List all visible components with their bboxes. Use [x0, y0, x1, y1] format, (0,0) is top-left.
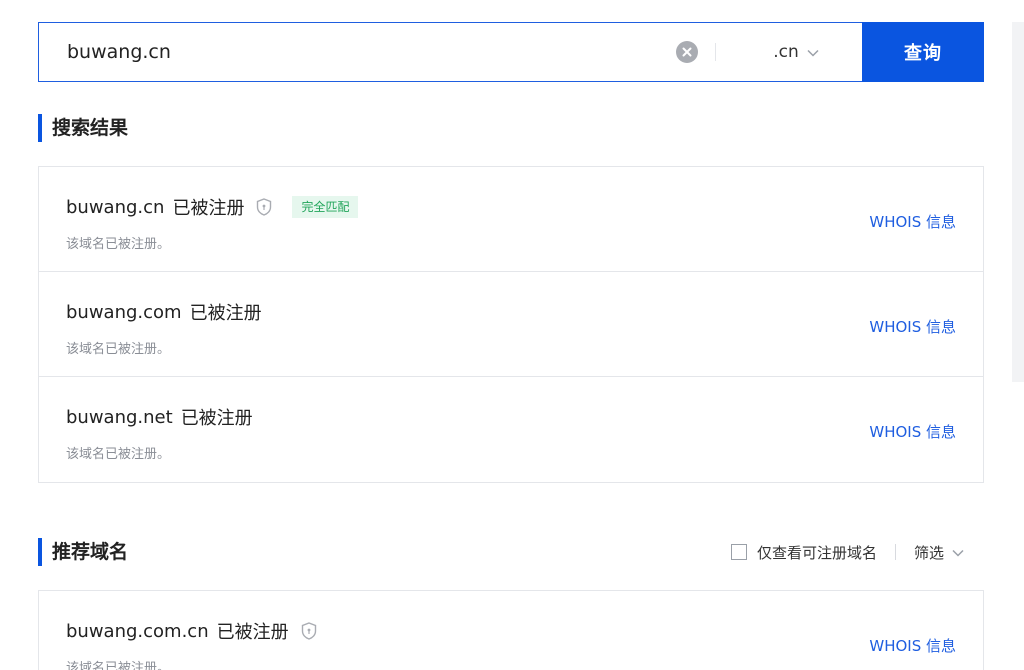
clear-button[interactable] [667, 23, 707, 81]
recommend-section-title: 推荐域名 [38, 538, 128, 566]
result-description: 该域名已被注册。 [66, 661, 171, 670]
whois-link[interactable]: WHOIS 信息 [869, 635, 956, 656]
result-description: 该域名已被注册。 [66, 237, 171, 252]
shield-icon [301, 622, 319, 640]
domain-search-input[interactable] [39, 23, 667, 81]
whois-link[interactable]: WHOIS 信息 [869, 421, 956, 442]
divider [715, 43, 716, 61]
result-title: buwang.com 已被注册 [66, 299, 262, 325]
divider [894, 544, 896, 560]
result-title: buwang.net 已被注册 [66, 404, 253, 430]
clear-icon [676, 41, 698, 63]
only-available-label[interactable]: 仅查看可注册域名 [757, 542, 877, 563]
result-domain: buwang.com [66, 301, 182, 323]
result-status: 已被注册 [216, 622, 289, 643]
result-status: 已被注册 [189, 303, 262, 324]
result-status: 已被注册 [180, 408, 253, 429]
exact-match-badge: 完全匹配 [292, 196, 359, 218]
result-status: 已被注册 [172, 198, 245, 219]
suffix-select[interactable]: .cn [730, 23, 862, 81]
only-available-checkbox[interactable] [730, 544, 747, 560]
result-description: 该域名已被注册。 [66, 447, 171, 462]
result-title: buwang.cn 已被注册 完全匹配 [66, 194, 359, 220]
chevron-down-icon [952, 543, 964, 561]
result-item: buwang.net 已被注册 该域名已被注册。 WHOIS 信息 [39, 377, 983, 482]
result-domain: buwang.net [66, 406, 173, 428]
shield-icon [256, 198, 274, 216]
result-description: 该域名已被注册。 [66, 342, 171, 357]
filter-label: 筛选 [913, 543, 944, 562]
result-domain: buwang.com.cn [66, 620, 209, 642]
filter-button[interactable]: 筛选 [914, 542, 964, 563]
scrollbar[interactable] [1012, 22, 1024, 382]
results-section-title: 搜索结果 [38, 114, 128, 142]
recommend-item: buwang.com.cn 已被注册 该域名已被注册。 WHOIS 信息 [39, 591, 983, 670]
result-title: buwang.com.cn 已被注册 [66, 618, 319, 644]
results-list: buwang.cn 已被注册 完全匹配 该域名已被注册。 WHOIS 信息 bu… [38, 166, 984, 483]
domain-search-bar: .cn 查询 [38, 22, 984, 82]
recommend-filter-bar: 仅查看可注册域名 筛选 [730, 538, 964, 566]
result-item: buwang.cn 已被注册 完全匹配 该域名已被注册。 WHOIS 信息 [39, 167, 983, 272]
recommend-list: buwang.com.cn 已被注册 该域名已被注册。 WHOIS 信息 [38, 590, 984, 670]
chevron-down-icon [807, 42, 819, 62]
result-item: buwang.com 已被注册 该域名已被注册。 WHOIS 信息 [39, 272, 983, 377]
suffix-value: .cn [773, 42, 799, 62]
whois-link[interactable]: WHOIS 信息 [869, 211, 956, 232]
page: .cn 查询 搜索结果 buwang.cn 已被注册 [0, 0, 1024, 670]
whois-link[interactable]: WHOIS 信息 [869, 316, 956, 337]
search-button[interactable]: 查询 [862, 22, 984, 82]
result-domain: buwang.cn [66, 196, 165, 218]
